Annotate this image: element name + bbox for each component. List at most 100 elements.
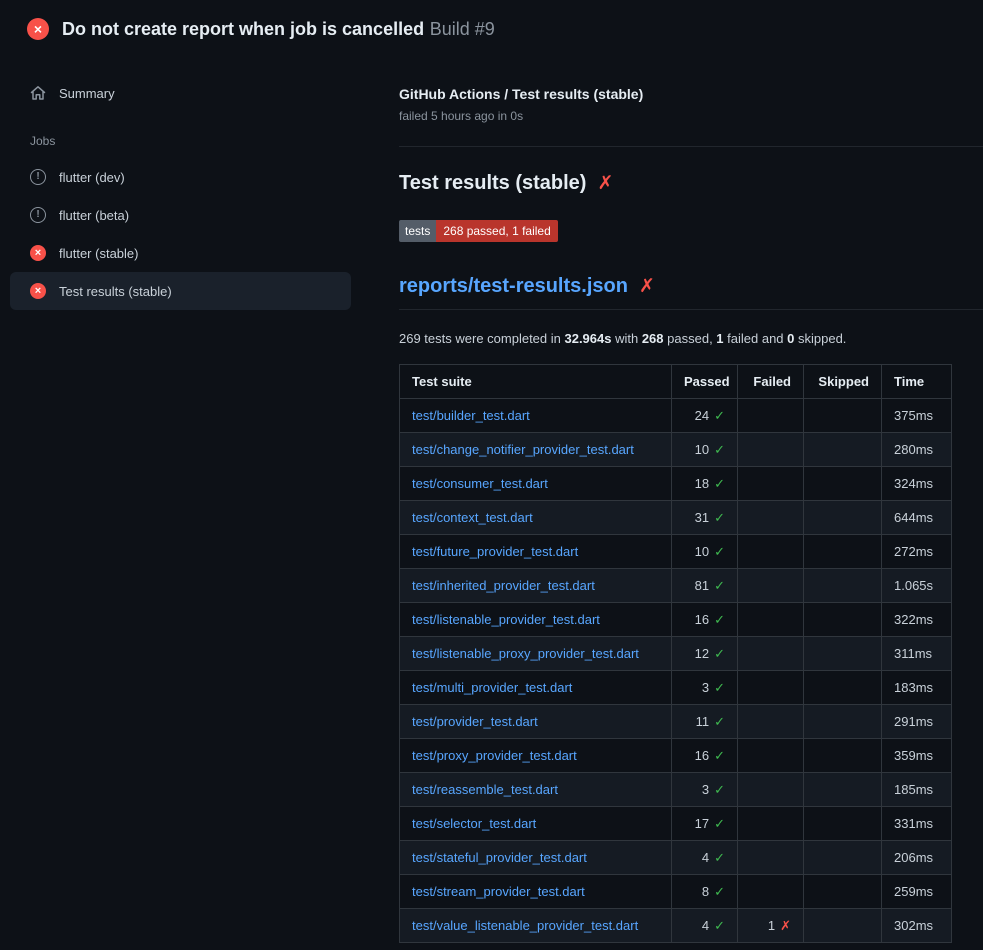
suite-link[interactable]: test/selector_test.dart — [412, 816, 536, 831]
sidebar-summary-label: Summary — [59, 86, 115, 101]
table-row: test/builder_test.dart 24✓ 375ms — [400, 399, 952, 433]
passed-count: 8 — [702, 884, 709, 899]
suite-link[interactable]: test/multi_provider_test.dart — [412, 680, 572, 695]
passed-cell: 24✓ — [672, 399, 738, 433]
sidebar-job-item[interactable]: × Test results (stable) — [10, 272, 351, 310]
failed-cell — [738, 841, 804, 875]
passed-cell: 3✓ — [672, 671, 738, 705]
suite-link[interactable]: test/stateful_provider_test.dart — [412, 850, 587, 865]
time-value: 311ms — [882, 637, 952, 671]
table-row: test/reassemble_test.dart 3✓ 185ms — [400, 773, 952, 807]
failed-x-icon: ✗ — [639, 277, 655, 296]
passed-cell: 10 ✓ — [672, 433, 738, 467]
x-icon: ✗ — [780, 918, 791, 933]
passed-cell: 3✓ — [672, 773, 738, 807]
time-value: 324ms — [882, 467, 952, 501]
suite-link[interactable]: test/inherited_provider_test.dart — [412, 578, 595, 593]
skipped-cell — [804, 875, 882, 909]
time-value: 322ms — [882, 603, 952, 637]
skipped-cell — [804, 399, 882, 433]
failed-cell — [738, 467, 804, 501]
failed-cell — [738, 773, 804, 807]
passed-count: 10 — [695, 442, 709, 457]
check-icon: ✓ — [714, 442, 725, 457]
suite-link[interactable]: test/stream_provider_test.dart — [412, 884, 585, 899]
summary-text: with — [611, 331, 641, 346]
badge-value: 268 passed, 1 failed — [436, 220, 557, 242]
skipped-cell — [804, 909, 882, 943]
passed-cell: 8✓ — [672, 875, 738, 909]
check-icon: ✓ — [714, 544, 725, 559]
check-icon: ✓ — [714, 884, 725, 899]
sidebar-job-item[interactable]: ! flutter (dev) — [10, 158, 351, 196]
summary-line: 269 tests were completed in 32.964s with… — [399, 331, 983, 346]
skipped-cell — [804, 569, 882, 603]
skipped-cell — [804, 739, 882, 773]
col-passed: Passed — [672, 365, 738, 399]
passed-cell: 16✓ — [672, 739, 738, 773]
check-icon: ✓ — [714, 578, 725, 593]
time-value: 302ms — [882, 909, 952, 943]
failed-cell — [738, 399, 804, 433]
failed-count: 1 — [768, 918, 775, 933]
passed-count: 4 — [702, 850, 709, 865]
suite-link[interactable]: test/context_test.dart — [412, 510, 533, 525]
failed-x-icon: ✗ — [597, 174, 613, 193]
failed-cell — [738, 433, 804, 467]
suite-link[interactable]: test/proxy_provider_test.dart — [412, 748, 577, 763]
passed-cell: 10 ✓ — [672, 535, 738, 569]
check-icon: ✓ — [714, 646, 725, 661]
summary-text: 269 tests were completed in — [399, 331, 564, 346]
time-value: 291ms — [882, 705, 952, 739]
skipped-cell — [804, 773, 882, 807]
skipped-cell — [804, 807, 882, 841]
jobs-list: ! flutter (dev) ! flutter (beta) × flutt… — [10, 158, 361, 310]
passed-cell: 81✓ — [672, 569, 738, 603]
summary-passed-count: 268 — [642, 331, 664, 346]
time-value: 183ms — [882, 671, 952, 705]
time-value: 359ms — [882, 739, 952, 773]
summary-text: skipped. — [794, 331, 846, 346]
time-value: 331ms — [882, 807, 952, 841]
table-row: test/multi_provider_test.dart 3✓ 183ms — [400, 671, 952, 705]
check-run-title: Test results (stable) ✗ — [399, 172, 983, 195]
skipped-cell — [804, 637, 882, 671]
time-value: 644ms — [882, 501, 952, 535]
passed-count: 17 — [695, 816, 709, 831]
passed-cell: 12✓ — [672, 637, 738, 671]
col-skipped: Skipped — [804, 365, 882, 399]
suite-link[interactable]: test/listenable_provider_test.dart — [412, 612, 600, 627]
suite-link[interactable]: test/provider_test.dart — [412, 714, 538, 729]
jobs-section-label: Jobs — [10, 112, 361, 158]
sidebar-item-summary[interactable]: Summary — [10, 74, 351, 112]
report-file-link[interactable]: reports/test-results.json — [399, 275, 628, 298]
suite-link[interactable]: test/listenable_proxy_provider_test.dart — [412, 646, 639, 661]
job-label: flutter (stable) — [59, 246, 138, 261]
time-value: 1.065s — [882, 569, 952, 603]
job-label: flutter (beta) — [59, 208, 129, 223]
failed-cell — [738, 603, 804, 637]
table-row: test/consumer_test.dart 18✓ 324ms — [400, 467, 952, 501]
suite-link[interactable]: test/change_notifier_provider_test.dart — [412, 442, 634, 457]
suite-link[interactable]: test/value_listenable_provider_test.dart — [412, 918, 638, 933]
job-label: Test results (stable) — [59, 284, 172, 299]
sidebar-job-item[interactable]: × flutter (stable) — [10, 234, 351, 272]
failed-cell — [738, 569, 804, 603]
table-row: test/listenable_provider_test.dart 16✓ 3… — [400, 603, 952, 637]
suite-link[interactable]: test/reassemble_test.dart — [412, 782, 558, 797]
skipped-cell — [804, 501, 882, 535]
skipped-cell — [804, 433, 882, 467]
passed-count: 24 — [695, 408, 709, 423]
passed-count: 10 — [695, 544, 709, 559]
passed-count: 18 — [695, 476, 709, 491]
main-content: GitHub Actions / Test results (stable) f… — [375, 56, 983, 943]
skipped-cell — [804, 841, 882, 875]
skipped-cell — [804, 705, 882, 739]
suite-link[interactable]: test/future_provider_test.dart — [412, 544, 578, 559]
failed-cell — [738, 637, 804, 671]
suite-link[interactable]: test/builder_test.dart — [412, 408, 530, 423]
suite-link[interactable]: test/consumer_test.dart — [412, 476, 548, 491]
passed-count: 31 — [695, 510, 709, 525]
home-icon — [30, 85, 46, 101]
sidebar-job-item[interactable]: ! flutter (beta) — [10, 196, 351, 234]
